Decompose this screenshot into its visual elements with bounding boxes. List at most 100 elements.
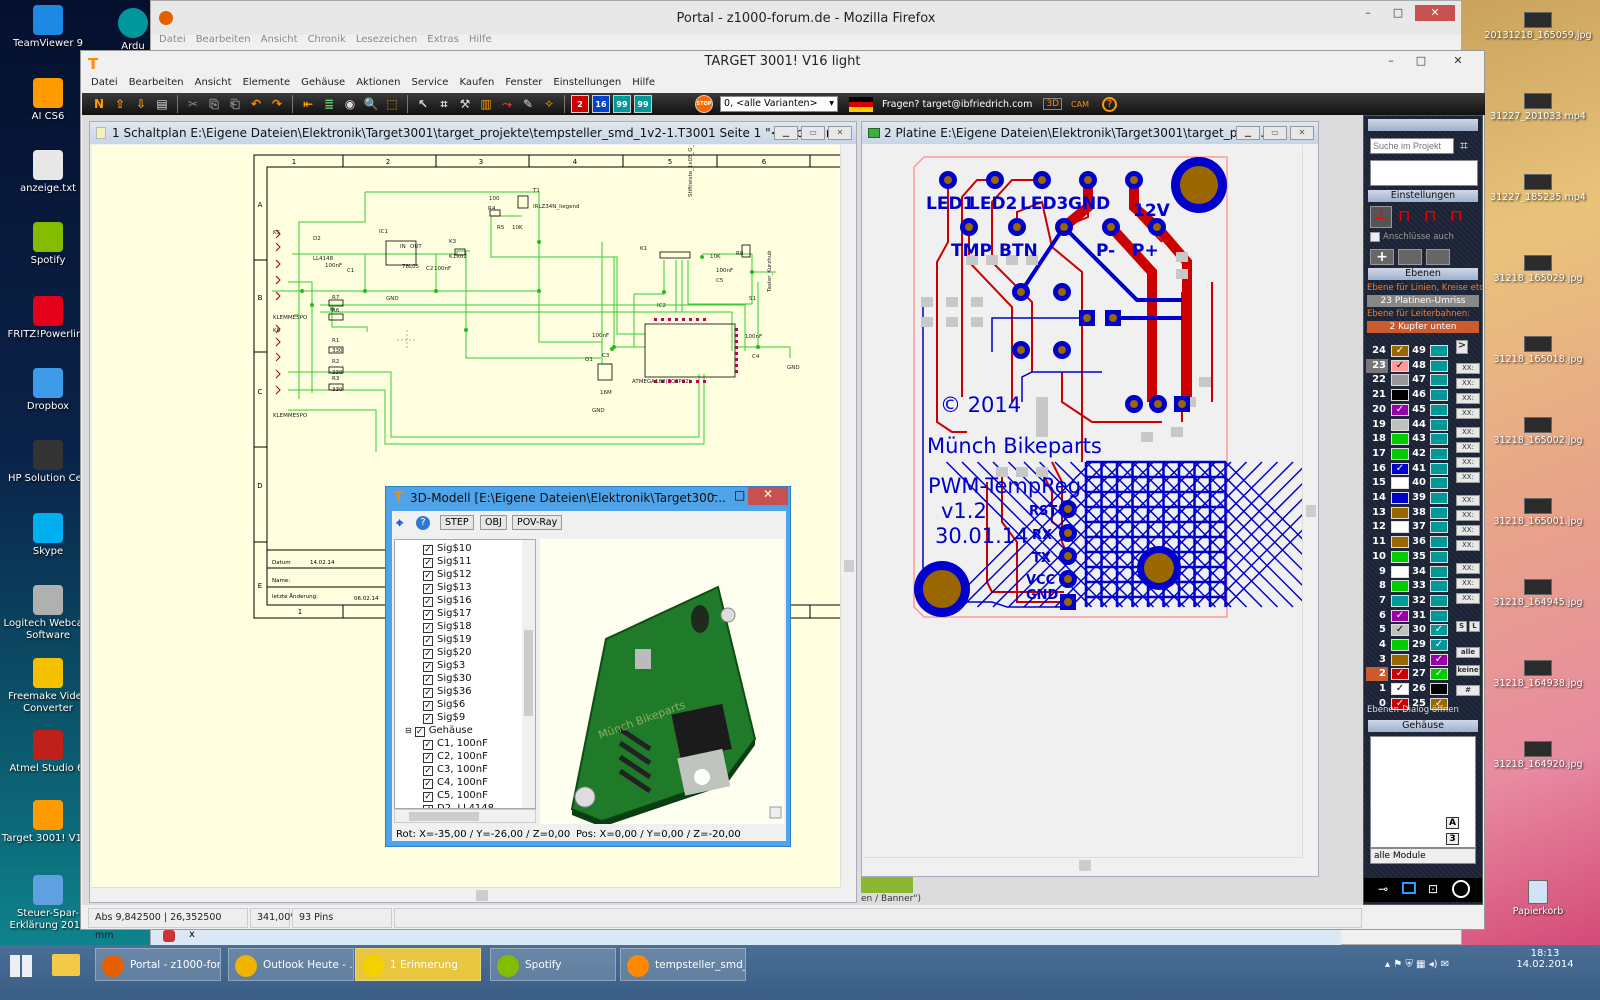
component[interactable]	[644, 323, 736, 378]
view-a-button[interactable]: A	[1446, 817, 1459, 829]
tree-checkbox[interactable]: ✓	[423, 545, 433, 555]
pencil-icon[interactable]: ✎	[519, 95, 537, 113]
cut-icon[interactable]: ✂	[184, 95, 202, 113]
tree-item[interactable]: ✓ Sig$12	[423, 568, 472, 581]
collapse-icon[interactable]: ⊟	[405, 726, 412, 735]
view-3-button[interactable]: 3	[1446, 833, 1459, 845]
desktop-file-icon[interactable]: 31218_165029.jpg	[1478, 255, 1598, 284]
layer-number[interactable]: 15	[1366, 476, 1388, 490]
print-icon[interactable]: ▤	[153, 95, 171, 113]
layer-visibility-toggle[interactable]	[1430, 433, 1448, 446]
layer-row[interactable]: 19 44	[1366, 418, 1458, 432]
wire[interactable]	[490, 215, 645, 335]
addon-icon[interactable]	[163, 930, 175, 942]
tree-checkbox[interactable]: ✓	[423, 779, 433, 789]
trace-mode-orthogonal-icon[interactable]: ⊥	[1370, 206, 1392, 228]
layer-number[interactable]: 46	[1406, 388, 1428, 402]
load-layers-button[interactable]: L	[1469, 621, 1480, 632]
tray-icons[interactable]: ▴ ⚑ ⛨ ▦ ◂) ✉	[1385, 959, 1449, 970]
layer-number[interactable]: 14	[1366, 491, 1388, 505]
component[interactable]	[517, 195, 529, 209]
tree-item[interactable]: ✓ Sig$3	[423, 659, 465, 672]
layer-number[interactable]: 37	[1406, 520, 1428, 534]
layer-pair-toggle[interactable]: XX:	[1456, 427, 1480, 438]
layer-pair-toggle[interactable]: XX:	[1456, 563, 1480, 574]
desktop-file-icon[interactable]: 31218_165002.jpg	[1478, 417, 1598, 446]
traces-layer-value[interactable]: 2 Kupfer unten	[1367, 321, 1479, 333]
layer-number[interactable]: 17	[1366, 447, 1388, 461]
layer-row[interactable]: 22 47	[1366, 373, 1458, 387]
layer-number[interactable]: 35	[1406, 550, 1428, 564]
layer-number[interactable]: 32	[1406, 594, 1428, 608]
layer-number[interactable]: 28	[1406, 653, 1428, 667]
layer-16-icon[interactable]: 16	[592, 95, 610, 113]
tree-checkbox[interactable]: ✓	[423, 584, 433, 594]
layer-number[interactable]: 9	[1366, 565, 1388, 579]
tree-item[interactable]: ✓ Sig$13	[423, 581, 472, 594]
desktop-file-icon[interactable]: 31218_165018.jpg	[1478, 336, 1598, 365]
menu-item[interactable]: Datei	[159, 34, 186, 50]
eye-icon[interactable]: ◉	[341, 95, 359, 113]
layer-99-icon[interactable]: 99	[613, 95, 631, 113]
tree-checkbox[interactable]: ✓	[423, 610, 433, 620]
wrench-icon[interactable]: ⚒	[456, 95, 474, 113]
layer-visibility-toggle[interactable]	[1430, 447, 1448, 460]
component[interactable]	[328, 313, 344, 321]
menu-item[interactable]: Bearbeiten	[129, 77, 184, 88]
layer-row[interactable]: 3 28 ✓	[1366, 653, 1458, 667]
wire[interactable]	[288, 281, 313, 393]
layer-pair-toggle[interactable]: XX:	[1456, 393, 1480, 404]
tree-group[interactable]: ⊟ ✓ Gehäuse	[405, 724, 473, 737]
layer-visibility-toggle[interactable]	[1430, 609, 1448, 622]
tree-checkbox[interactable]: ✓	[423, 571, 433, 581]
layer-row[interactable]: 21 46	[1366, 388, 1458, 402]
minimize-button[interactable]: –	[1355, 5, 1381, 21]
tree-item[interactable]: ✓ Sig$16	[423, 594, 472, 607]
schematic-horizontal-scrollbar[interactable]	[92, 887, 840, 902]
3d-object-tree[interactable]: ✓ Sig$10 ✓ Sig$11 ✓ Sig$12 ✓ Sig$13 ✓ Sig$16 ✓ Sig$…	[394, 539, 536, 809]
tree-checkbox[interactable]: ✓	[423, 623, 433, 633]
via-icon[interactable]: ⊡	[1428, 882, 1438, 896]
menu-item[interactable]: Lesezeichen	[356, 34, 417, 50]
layer-number[interactable]: 47	[1406, 373, 1428, 387]
lines-layer-value[interactable]: 23 Platinen-Umriss	[1367, 295, 1479, 307]
menu-item[interactable]: Gehäuse	[301, 77, 345, 88]
layer-row[interactable]: 1 ✓ 26	[1366, 682, 1458, 696]
layer-row[interactable]: 24 ✓ 49	[1366, 344, 1458, 358]
minimize-button[interactable]: ▁	[1236, 126, 1260, 140]
tree-item[interactable]: ✓ Sig$17	[423, 607, 472, 620]
layer-number[interactable]: 27	[1406, 667, 1428, 681]
layer-pair-toggle[interactable]: XX:	[1456, 495, 1480, 506]
menu-item[interactable]: Hilfe	[632, 77, 655, 88]
binoculars-icon[interactable]: ⌗	[435, 95, 453, 113]
layer-number[interactable]: 2	[1366, 667, 1388, 682]
close-button[interactable]: ✕	[1438, 53, 1478, 69]
tree-item[interactable]: ✓ Sig$6	[423, 698, 465, 711]
layer-row[interactable]: 18 43	[1366, 432, 1458, 446]
layer-visibility-toggle[interactable]	[1430, 374, 1448, 387]
layer-pair-toggle[interactable]: XX:	[1456, 378, 1480, 389]
menu-item[interactable]: Aktionen	[356, 77, 400, 88]
layer-pair-toggle[interactable]: XX:	[1456, 510, 1480, 521]
layer-visibility-toggle[interactable]	[1430, 492, 1448, 504]
pcb-canvas[interactable]: LED1LED2 LED3 GND 12VTMP BTN P- P+© 2014Münch …	[864, 145, 1302, 857]
layer-visibility-toggle[interactable]: ✓	[1430, 624, 1448, 637]
tree-checkbox[interactable]: ✓	[423, 740, 433, 750]
tree-item[interactable]: ✓D2, LL4148	[423, 802, 494, 808]
trace-icon[interactable]: ⤳	[498, 95, 516, 113]
area-tool-icon[interactable]	[1426, 249, 1450, 265]
layer-visibility-toggle[interactable]	[1430, 521, 1448, 534]
tree-item[interactable]: ✓ C1, 100nF	[423, 737, 488, 750]
layer-row[interactable]: 16 ✓ 41	[1366, 462, 1458, 476]
layer-row[interactable]: 15 40	[1366, 476, 1458, 490]
layer-number[interactable]: 20	[1366, 403, 1388, 417]
layer-visibility-toggle[interactable]	[1430, 594, 1448, 607]
zoom-fit-icon[interactable]: ⬚	[383, 95, 401, 113]
layer-pair-toggle[interactable]: XX:	[1456, 525, 1480, 536]
panel-top-header[interactable]	[1368, 119, 1478, 131]
layer-pair-toggle[interactable]: XX:	[1456, 578, 1480, 589]
scroll-thumb[interactable]	[409, 812, 479, 821]
menu-item[interactable]: Elemente	[243, 77, 291, 88]
tree-item[interactable]: ✓ C3, 100nF	[423, 763, 488, 776]
layer-visibility-toggle[interactable]	[1430, 506, 1448, 519]
